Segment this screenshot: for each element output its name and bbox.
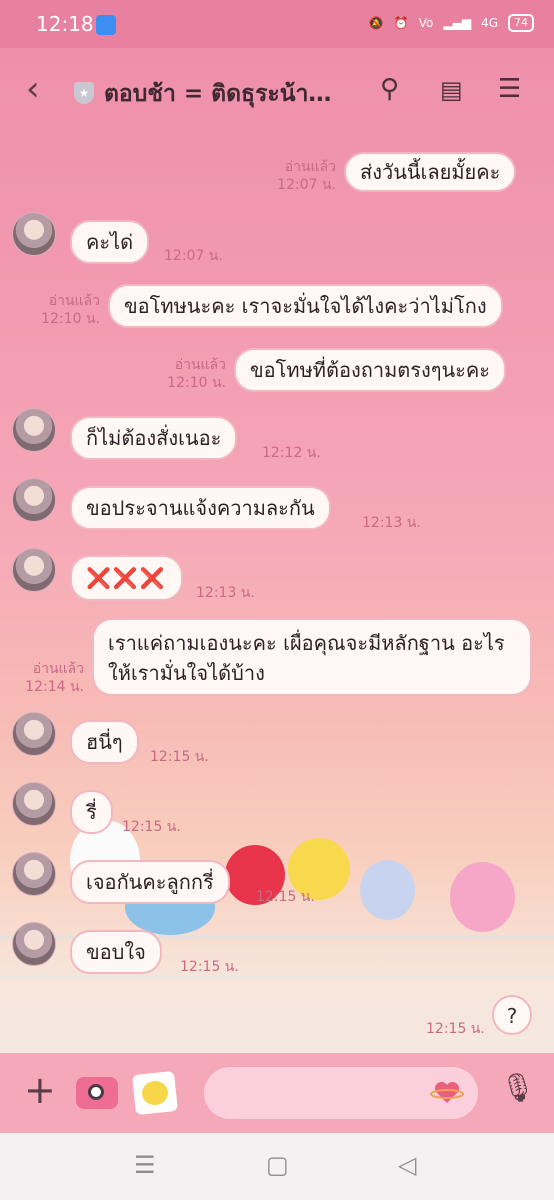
message-time: 12:15 น. xyxy=(256,889,315,905)
message-time: 12:15 น. xyxy=(180,959,239,975)
avatar[interactable] xyxy=(12,548,56,592)
search-icon[interactable]: ⚲ xyxy=(380,74,399,104)
plus-icon[interactable]: + xyxy=(24,1071,56,1109)
avatar[interactable] xyxy=(12,408,56,452)
message-time: 12:10 น. xyxy=(167,375,226,391)
message-bubble-incoming[interactable]: ขอบใจ xyxy=(70,930,162,974)
status-time: 12:18 xyxy=(36,12,94,36)
message-bubble-incoming[interactable]: ฮนี่ๆ xyxy=(70,720,139,764)
message-bubble-incoming[interactable]: รี่ xyxy=(70,790,113,834)
notes-icon[interactable]: ▤ xyxy=(440,76,463,104)
message-input[interactable] xyxy=(204,1067,478,1119)
volte-icon: Vo xyxy=(418,16,434,30)
avatar[interactable] xyxy=(12,852,56,896)
message-time: 12:12 น. xyxy=(262,445,321,461)
battery-icon: 74 xyxy=(508,14,534,32)
sticker-icon[interactable] xyxy=(132,1070,178,1116)
message-bubble-outgoing[interactable]: ส่งวันนี้เลยมั้ยคะ xyxy=(344,152,517,192)
message-time: 12:13 น. xyxy=(362,515,421,531)
message-time: 12:14 น. xyxy=(25,679,84,695)
mute-icon: 🔕 xyxy=(368,16,384,30)
message-time: 12:07 น. xyxy=(277,177,336,193)
avatar[interactable] xyxy=(12,922,56,966)
message-time: 12:10 น. xyxy=(41,311,100,327)
message-bubble-incoming[interactable]: ขอประจานแจ้งความละกัน xyxy=(70,486,331,530)
menu-icon[interactable]: ☰ xyxy=(498,74,521,104)
message-bubble-incoming[interactable]: เจอกันคะลูกกรี่ xyxy=(70,860,230,904)
camera-icon[interactable] xyxy=(76,1077,118,1109)
message-bubble-outgoing[interactable]: ขอโทษที่ต้องถามตรงๆนะคะ xyxy=(234,348,507,392)
message-bubble-incoming[interactable]: คะได่ xyxy=(70,220,150,264)
message-time: 12:15 น. xyxy=(150,749,209,765)
message-time: 12:15 น. xyxy=(426,1021,485,1037)
message-bubble-outgoing[interactable]: ? xyxy=(492,995,532,1035)
system-nav-bar: ☰ ▢ ◁ xyxy=(0,1133,554,1200)
avatar[interactable] xyxy=(12,212,56,256)
alarm-icon: ⏰ xyxy=(393,16,409,30)
status-icons: 🔕 ⏰ Vo ▂▄▆ 4G 74 xyxy=(369,14,534,32)
signal-icon: ▂▄▆ xyxy=(443,16,472,30)
chat-header: ‹ ★ ตอบช้า = ติดธุระน้า… ⚲ ▤ ☰ xyxy=(0,48,554,134)
chat-screen: 12:18 🔕 ⏰ Vo ▂▄▆ 4G 74 ‹ ★ ตอบช้า = ติดธ… xyxy=(0,0,554,1200)
message-time: 12:13 น. xyxy=(196,585,255,601)
avatar[interactable] xyxy=(12,478,56,522)
character-mang xyxy=(360,860,415,920)
avatar[interactable] xyxy=(12,782,56,826)
shield-icon: ★ xyxy=(74,82,94,104)
avatar[interactable] xyxy=(12,712,56,756)
message-bubble-incoming[interactable]: ❌❌❌ xyxy=(70,555,183,601)
app-notification-icon xyxy=(96,15,116,35)
recents-icon[interactable]: ☰ xyxy=(134,1151,156,1179)
character-cooky xyxy=(450,862,515,932)
status-bar: 12:18 🔕 ⏰ Vo ▂▄▆ 4G 74 xyxy=(0,0,554,48)
railing xyxy=(0,975,554,978)
message-time: 12:15 น. xyxy=(122,819,181,835)
emoji-icon[interactable] xyxy=(430,1079,464,1107)
mic-icon[interactable]: 🎙 xyxy=(500,1071,536,1104)
back-icon[interactable]: ‹ xyxy=(26,72,40,106)
back-nav-icon[interactable]: ◁ xyxy=(398,1151,416,1179)
input-bar: + 🎙 xyxy=(0,1053,554,1133)
network-label: 4G xyxy=(481,16,498,30)
chat-title[interactable]: ตอบช้า = ติดธุระน้า… xyxy=(104,76,354,112)
message-time: 12:07 น. xyxy=(164,248,223,264)
message-bubble-outgoing[interactable]: ขอโทษนะคะ เราจะมั่นใจได้ไงคะว่าไม่โกง xyxy=(108,284,503,328)
home-icon[interactable]: ▢ xyxy=(266,1151,289,1179)
message-bubble-incoming[interactable]: ก็ไม่ต้องสั่งเนอะ xyxy=(70,416,238,460)
message-bubble-outgoing[interactable]: เราแค่ถามเองนะคะ เผื่อคุณจะมีหลักฐาน อะไ… xyxy=(92,618,532,696)
